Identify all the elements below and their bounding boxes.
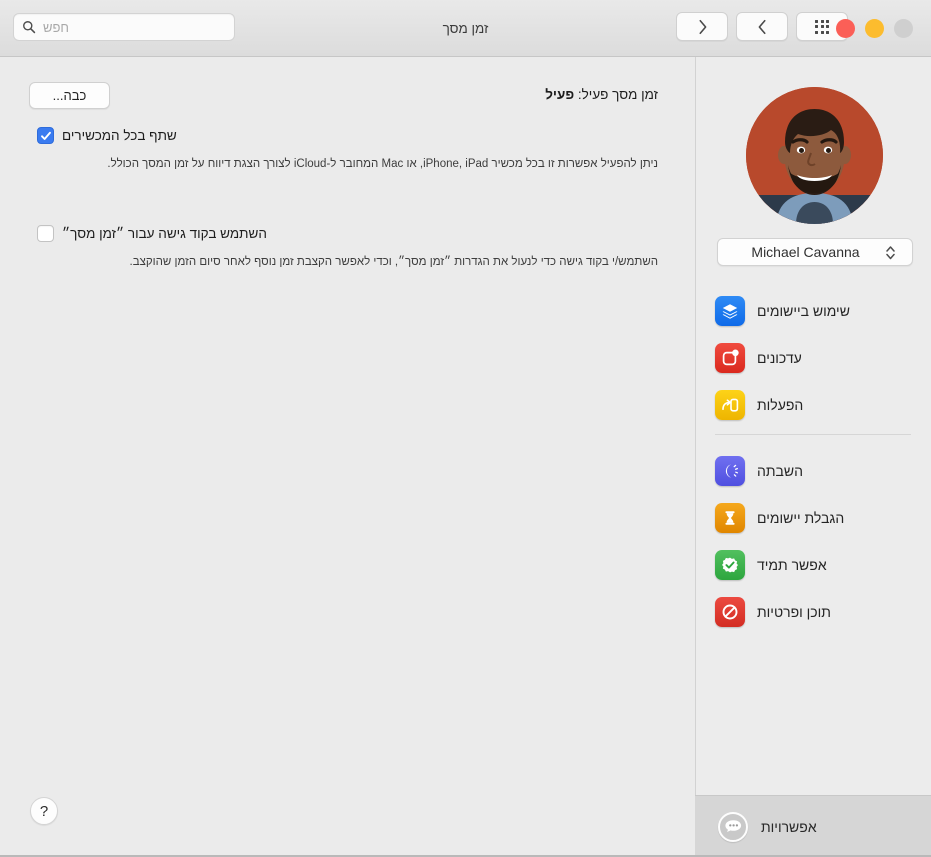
sidebar-item-content-privacy[interactable]: תוכן ופרטיות [695,594,931,630]
user-name-label: Michael Cavanna [751,244,860,260]
hourglass-icon [715,503,745,533]
chevron-right-icon [698,19,706,34]
chevron-up-down-icon [886,245,895,259]
screen-time-status-row: זמן מסך פעיל: פעיל כבה... [0,82,695,114]
pickups-icon [715,390,745,420]
sidebar-item-always-allowed[interactable]: אפשר תמיד [695,547,931,583]
sidebar-item-label: אפשר תמיד [757,557,827,573]
sidebar-bottom-bar: אפשרויות [695,795,931,857]
use-passcode-checkbox[interactable] [37,225,54,242]
window-controls [836,19,913,38]
turn-off-button[interactable]: כבה... [29,82,110,109]
zoom-button[interactable] [836,19,855,38]
content-privacy-icon [715,597,745,627]
downtime-icon [715,456,745,486]
search-icon [23,21,36,34]
sidebar-item-label: הגבלת יישומים [757,510,845,526]
ellipsis-bubble-icon [724,820,741,832]
sidebar-divider [715,434,911,435]
sidebar-item-label: הפעלות [757,397,804,413]
share-across-devices-description: ניתן להפעיל אפשרות זו בכל מכשיר iPhone, … [107,158,658,170]
sidebar-item-label: תוכן ופרטיות [757,604,831,620]
main-content-pane: זמן מסך פעיל: פעיל כבה... שתף בכל המכשיר… [0,57,695,857]
options-button[interactable] [718,811,748,842]
sidebar-item-downtime[interactable]: השבתה [695,453,931,489]
grid-icon [815,19,829,34]
options-label: אפשרויות [761,818,817,835]
user-select-popup[interactable]: Michael Cavanna [717,238,913,266]
use-passcode-label: השתמש בקוד גישה עבור ״זמן מסך״ [62,226,267,241]
share-across-devices-checkbox[interactable] [37,127,54,144]
status-value-label: פעיל [545,87,575,102]
back-button[interactable] [736,12,788,41]
forward-button[interactable] [676,12,728,41]
chevron-left-icon [758,19,766,34]
status-prefix-label: זמן מסך פעיל: [574,87,658,102]
sidebar-item-app-limits[interactable]: הגבלת יישומים [695,500,931,536]
sidebar-item-pickups[interactable]: הפעלות [695,387,931,423]
sidebar-item-label: עדכונים [757,350,802,366]
sidebar-item-label: השבתה [757,463,804,479]
toolbar-button-group [676,12,848,41]
sidebar-item-notifications[interactable]: עדכונים [695,340,931,376]
avatar[interactable] [746,87,883,224]
search-input[interactable]: חפש [13,13,235,41]
close-button[interactable] [894,19,913,38]
use-passcode-description: השתמש/י בקוד גישה כדי לנעול את הגדרות ״ז… [129,256,658,268]
share-across-devices-row: שתף בכל המכשירים [0,127,695,144]
avatar-photo [746,87,883,224]
sidebar-item-app-usage[interactable]: שימוש ביישומים [695,293,931,329]
notifications-icon [715,343,745,373]
use-passcode-row: השתמש בקוד גישה עבור ״זמן מסך״ [0,225,695,242]
checkmark-icon [40,131,51,140]
layers-icon [715,296,745,326]
always-allowed-icon [715,550,745,580]
sidebar: Michael Cavanna שימוש ביישומים עדכונים ה… [695,57,931,857]
screen-time-preferences-window: חפש זמן מסך זמן מסך פעיל: פעיל כבה... שת… [0,0,931,857]
screen-time-status: זמן מסך פעיל: פעיל [545,84,658,106]
sidebar-item-label: שימוש ביישומים [757,303,850,319]
sidebar-nav-list: שימוש ביישומים עדכונים הפעלות השבתה הגבל… [695,293,931,641]
share-across-devices-label: שתף בכל המכשירים [62,128,177,143]
search-placeholder: חפש [43,19,69,35]
window-toolbar: חפש זמן מסך [0,0,931,57]
minimize-button[interactable] [865,19,884,38]
help-button[interactable]: ? [30,797,58,825]
